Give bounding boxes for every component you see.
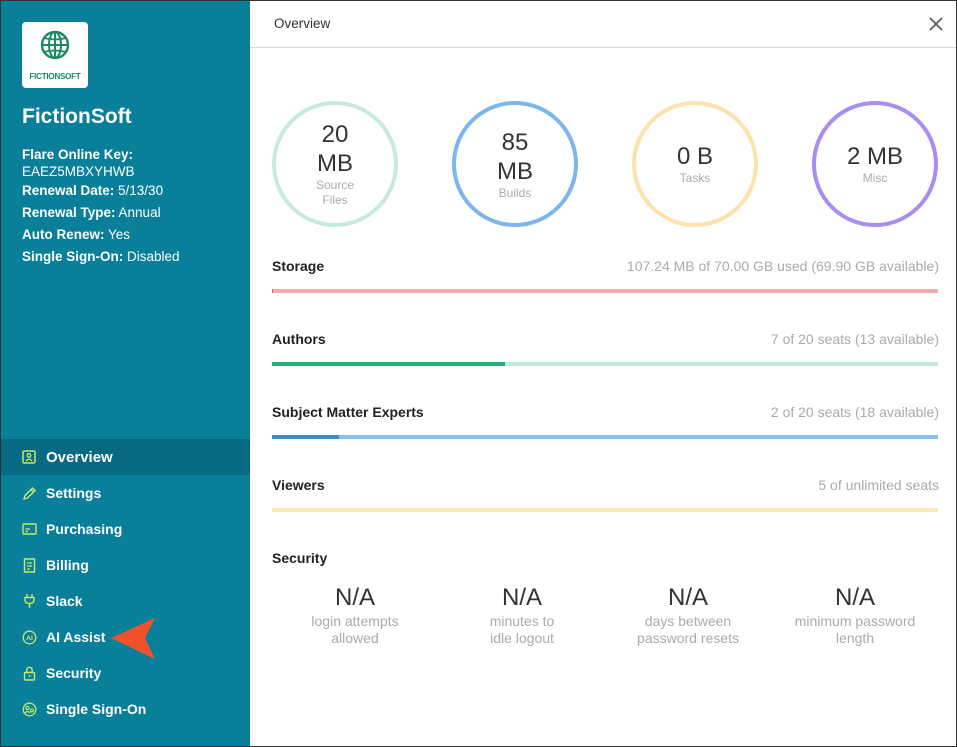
renewal-type-value: Annual [115,205,161,220]
source-files-value-line2: MB [317,150,353,177]
source-files-label-line1: Source [315,178,355,192]
tab-bar: Overview [250,1,956,48]
security-login-attempts: N/A login attempts allowed [275,583,435,647]
misc-circle: 2 MB Misc [812,101,938,227]
misc-label: Misc [862,171,888,185]
globe-icon [40,30,70,60]
renewal-type-row: Renewal Type: Annual [22,202,242,224]
source-files-label-line2: Files [322,193,348,207]
tab-overview[interactable]: Overview [274,16,330,31]
nav-label-billing: Billing [46,557,89,573]
builds-value-line1: 85 [501,128,529,156]
app-window: FICTIONSOFT FictionSoft Flare Online Key… [0,0,957,747]
viewers-seats: 5 of unlimited seats [818,477,939,493]
authors-bar-fill [272,362,506,366]
svg-text:AI: AI [26,635,33,642]
tasks-label: Tasks [679,171,711,185]
tasks-circle: 0 B Tasks [632,101,758,227]
renewal-date-row: Renewal Date: 5/13/30 [22,180,242,202]
auto-renew-value: Yes [104,227,131,242]
storage-usage: 107.24 MB of 70.00 GB used (69.90 GB ava… [626,258,939,274]
sme-title: Subject Matter Experts [272,404,424,420]
nav-item-overview[interactable]: Overview [1,439,250,475]
tasks-value: 0 B [676,143,714,170]
security-password-length: N/A minimum password length [775,583,935,647]
sso-value: Disabled [123,249,180,264]
viewers-title: Viewers [272,477,325,493]
login-attempts-label-line2: allowed [331,630,379,646]
main-panel: Overview 20 MB Source Files 85 MB Builds… [250,1,956,746]
builds-circle: 85 MB Builds [452,101,578,227]
password-resets-label-line2: password resets [637,630,739,646]
storage-bar-fill [272,289,273,293]
security-title: Security [272,550,328,566]
nav-item-settings[interactable]: Settings [1,475,250,511]
ai-icon: AI [21,629,37,645]
auto-renew-label: Auto Renew: [22,227,105,242]
sme-bar-fill [272,435,339,439]
online-key-label: Flare Online Key: [22,147,134,162]
renewal-date-value: 5/13/30 [114,183,164,198]
company-logo: FICTIONSOFT [22,22,88,88]
login-attempts-label-line1: login attempts [311,613,399,629]
renewal-type-label: Renewal Type: [22,205,116,220]
sso-icon [21,701,37,717]
viewers-bar [272,508,938,512]
card-icon [21,521,37,537]
sidebar-nav: Overview Settings Purchasing Billing Sla… [1,439,250,727]
nav-item-billing[interactable]: Billing [1,547,250,583]
authors-title: Authors [272,331,326,347]
password-length-label-line2: length [835,630,875,646]
logo-text: FICTIONSOFT [29,72,81,81]
pencil-icon [21,485,37,501]
authors-seats: 7 of 20 seats (13 available) [770,331,939,347]
sme-seats: 2 of 20 seats (18 available) [770,404,939,420]
overview-icon [21,449,37,465]
password-resets-label-line1: days between [644,613,732,629]
sme-bar [272,435,938,439]
storage-title: Storage [272,258,325,274]
nav-label-slack: Slack [46,593,83,609]
storage-bar [272,289,938,293]
nav-label-settings: Settings [46,485,102,501]
source-files-circle: 20 MB Source Files [272,101,398,227]
plug-icon [21,593,37,609]
security-password-resets: N/A days between password resets [608,583,768,647]
builds-label: Builds [498,185,532,200]
security-idle-logout: N/A minutes to idle logout [442,583,602,647]
password-length-label-line1: minimum password [794,613,916,629]
online-key-row: Flare Online Key: EAEZ5MBXYHWB [22,144,242,183]
idle-logout-label-line2: idle logout [490,630,554,646]
lock-icon [21,665,37,681]
idle-logout-value: N/A [501,584,542,611]
nav-label-security: Security [46,665,102,681]
misc-value: 2 MB [846,143,903,170]
nav-item-single-sign-on[interactable]: Single Sign-On [1,691,250,727]
login-attempts-value: N/A [334,584,375,611]
nav-item-security[interactable]: Security [1,655,250,691]
close-icon[interactable] [926,14,946,34]
sidebar: FICTIONSOFT FictionSoft Flare Online Key… [1,1,250,746]
sso-label: Single Sign-On: [22,249,124,264]
idle-logout-label-line1: minutes to [489,613,555,629]
password-resets-value: N/A [667,584,708,611]
sso-row: Single Sign-On: Disabled [22,246,242,268]
receipt-icon [21,557,37,573]
nav-label-purchasing: Purchasing [46,521,123,537]
license-info: Flare Online Key: EAEZ5MBXYHWB Renewal D… [22,144,242,268]
renewal-date-label: Renewal Date: [22,183,115,198]
pointer-arrow-icon [111,618,155,659]
builds-value-line2: MB [497,157,533,185]
source-files-value-line1: 20 [321,121,349,148]
nav-item-purchasing[interactable]: Purchasing [1,511,250,547]
password-length-value: N/A [834,584,875,611]
nav-label-ai-assist: AI Assist [46,629,106,645]
nav-label-overview: Overview [46,448,113,466]
nav-label-single-sign-on: Single Sign-On [46,701,147,717]
company-name: FictionSoft [22,105,132,128]
authors-bar [272,362,938,366]
nav-item-slack[interactable]: Slack [1,583,250,619]
auto-renew-row: Auto Renew: Yes [22,224,242,246]
